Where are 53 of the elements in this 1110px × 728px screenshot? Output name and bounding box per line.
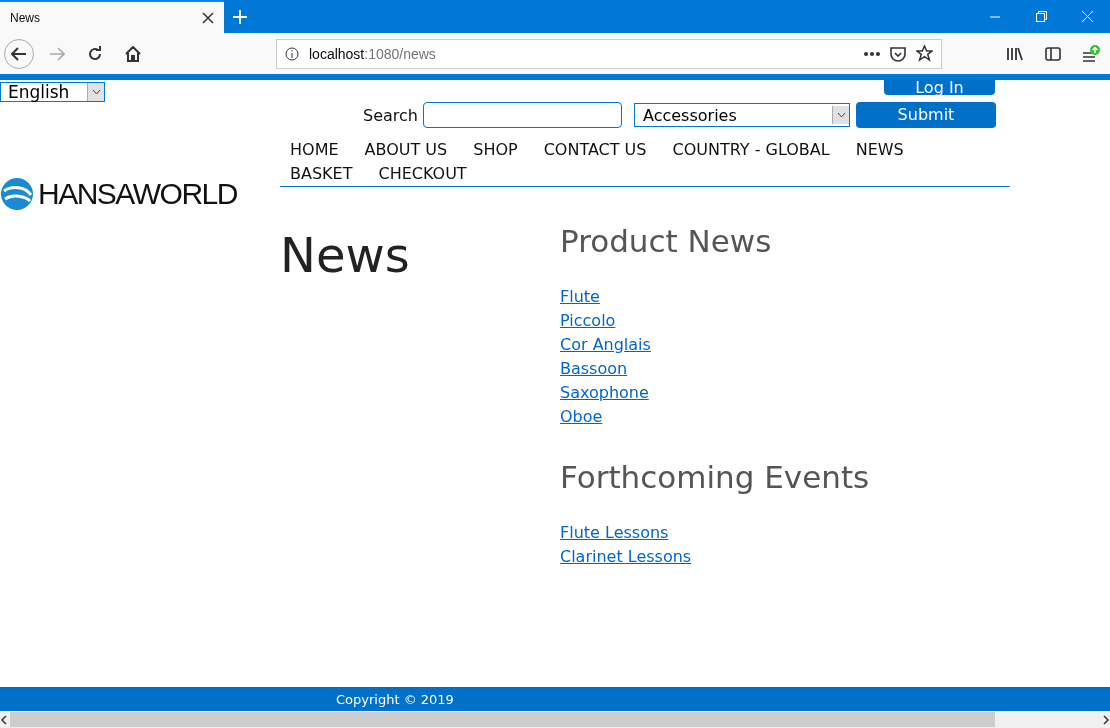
reload-icon [87,45,103,62]
nav-link[interactable]: SHOP [473,138,518,162]
logo: HANSAWORLD [0,177,280,211]
caret-icon [91,89,101,95]
nav-link[interactable]: HOME [290,138,339,162]
article-link[interactable]: Saxophone [560,381,649,405]
minimize-icon [990,15,1000,18]
info-icon [285,46,299,61]
scrollbar-thumb[interactable] [10,712,995,727]
nav-link[interactable]: CONTACT US [543,138,647,162]
language-select[interactable]: English [0,82,105,102]
restore-icon [1035,11,1047,22]
url-host: localhost [309,45,365,62]
nav-link[interactable]: CHECKOUT [378,162,467,186]
library-icon [1007,46,1023,61]
search-field[interactable] [423,102,622,128]
star-icon [916,45,933,62]
close-icon [202,11,214,24]
sidebar-icon [1045,46,1061,61]
nav-link[interactable]: BASKET [290,162,353,186]
pocket-icon [890,45,906,62]
chevron-right-icon [1102,714,1110,725]
horizontal-scrollbar[interactable] [0,711,1110,728]
tab-title: News [10,10,40,25]
address-bar[interactable]: localhost:1080/news [276,38,942,69]
article-link[interactable]: Flute Lessons [560,521,669,545]
chevron-left-icon [0,714,8,725]
article-link[interactable]: Clarinet Lessons [560,545,692,569]
article-link[interactable]: Oboe [560,405,603,429]
home-icon [125,45,141,62]
article-link[interactable]: Piccolo [560,309,616,333]
submit-button[interactable]: Submit [856,102,996,128]
nav-link[interactable]: NEWS [855,138,904,162]
nav-link[interactable]: ABOUT US [364,138,448,162]
url-path: :1080/news [364,45,436,62]
section-heading: Forthcoming Events [560,459,870,495]
nav-link[interactable]: COUNTRY - GLOBAL [672,138,830,162]
article-link[interactable]: Flute [560,285,600,309]
page-title: News [280,227,411,285]
close-icon [1081,11,1093,22]
article-link[interactable]: Cor Anglais [560,333,651,357]
caret-icon [836,112,846,118]
back-arrow-icon [11,46,27,61]
browser-tab[interactable]: News [0,0,224,33]
plus-icon [233,9,247,24]
category-select[interactable]: Accessories [634,103,850,127]
section-heading: Product News [560,223,773,259]
menu-icon [1082,44,1100,63]
search-label: Search [363,105,418,125]
more-icon [864,51,880,56]
article-link[interactable]: Bassoon [560,357,628,381]
forward-arrow-icon [49,46,65,61]
copyright-text: Copyright © 2019 [336,691,454,707]
